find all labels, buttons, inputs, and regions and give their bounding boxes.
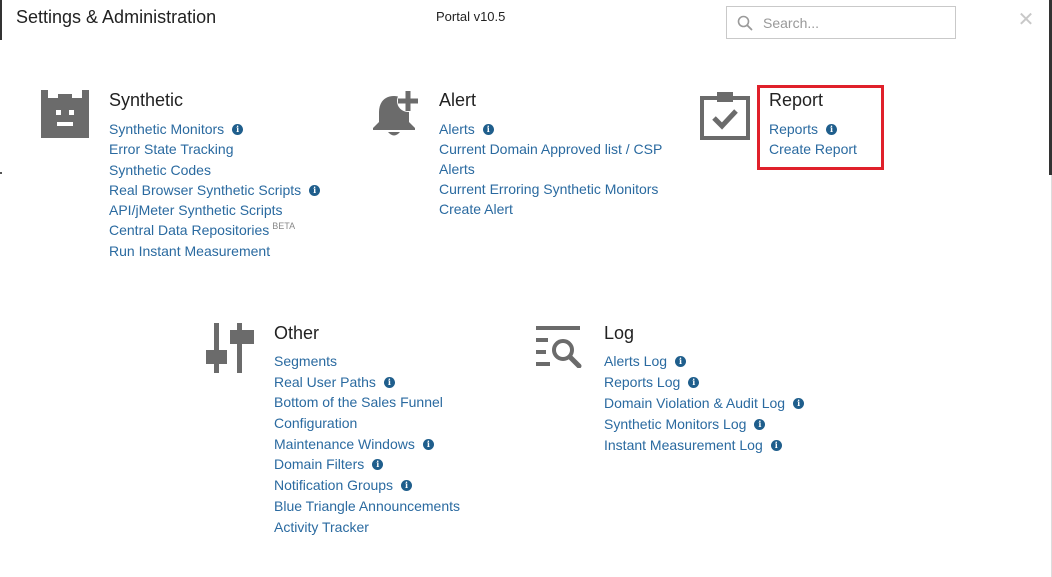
nav-link[interactable]: Maintenance Windows — [274, 434, 415, 455]
section-title-synthetic: Synthetic — [109, 90, 184, 110]
nav-link[interactable]: Bottom of the Sales Funnel — [274, 392, 443, 413]
info-icon[interactable]: i — [383, 376, 395, 388]
section-title-other: Other — [274, 323, 320, 343]
nav-link[interactable]: Current Erroring Synthetic Monitors — [439, 179, 658, 199]
nav-link[interactable]: Instant Measurement Log — [604, 435, 763, 456]
search-box[interactable] — [726, 6, 956, 39]
list-item: Maintenance Windows i — [274, 434, 460, 455]
list-item: Alerts — [439, 159, 662, 179]
list-item: Current Erroring Synthetic Monitors — [439, 179, 662, 199]
nav-link[interactable]: Current Domain Approved list / CSP — [439, 139, 662, 159]
report-highlight-box — [757, 85, 884, 170]
nav-link[interactable]: Real User Paths — [274, 372, 376, 393]
list-item: Bottom of the Sales Funnel — [274, 392, 460, 413]
info-icon[interactable]: i — [754, 419, 766, 430]
list-item: Blue Triangle Announcements — [274, 496, 460, 517]
log-links: Alerts Log i Reports Log i Domain Violation … — [604, 351, 805, 456]
list-item: Notification Groups i — [274, 475, 460, 496]
nav-link[interactable]: API/jMeter Synthetic Scripts — [109, 200, 283, 220]
list-item: Alerts Log i — [604, 351, 804, 372]
list-item: Configuration — [274, 413, 460, 434]
list-item: Real Browser Synthetic Scripts i — [109, 180, 321, 200]
list-item: Synthetic Monitors Log i — [604, 414, 804, 435]
alert-links: Alerts i Current Domain Approved list / CS… — [439, 119, 662, 219]
other-links: Segments Real User Paths i Bottom of the Sa… — [274, 351, 460, 537]
list-item: Error State Tracking — [109, 139, 320, 159]
nav-link[interactable]: Segments — [274, 351, 337, 372]
info-icon[interactable]: i — [372, 459, 384, 471]
info-icon[interactable]: i — [232, 123, 244, 135]
list-item: Domain Filters i — [274, 454, 460, 475]
page-title: Settings & Administration — [16, 7, 217, 27]
nav-link[interactable]: Domain Violation & Audit Log — [604, 393, 785, 414]
window-edge — [0, 0, 2, 40]
list-item: Alerts i — [439, 119, 662, 139]
list-item: Instant Measurement Log i — [604, 435, 804, 456]
info-icon[interactable]: i — [675, 356, 687, 367]
info-icon[interactable]: i — [401, 479, 413, 491]
nav-link[interactable]: Alerts — [439, 119, 475, 139]
version-label: Portal v10.5 — [436, 9, 506, 24]
nav-link[interactable]: Alerts — [439, 159, 475, 179]
nav-link[interactable]: Run Instant Measurement — [109, 241, 270, 261]
window-edge — [0, 172, 2, 174]
search-icon — [737, 15, 753, 30]
list-item: Domain Violation & Audit Log i — [604, 393, 805, 414]
list-item: Synthetic Monitors i — [109, 119, 320, 139]
info-icon[interactable]: i — [793, 398, 805, 409]
robot-icon — [41, 90, 89, 138]
nav-link[interactable]: Activity Tracker — [274, 517, 369, 538]
nav-link[interactable]: Synthetic Monitors Log — [604, 414, 746, 435]
nav-link[interactable]: Alerts Log — [604, 351, 667, 372]
nav-link[interactable]: Reports Log — [604, 372, 680, 393]
list-search-icon — [536, 326, 582, 368]
nav-link[interactable]: Real Browser Synthetic Scripts — [109, 180, 301, 200]
synthetic-links: Synthetic Monitors i Error State Tracking S… — [109, 119, 321, 261]
info-icon[interactable]: i — [422, 438, 434, 450]
nav-link[interactable]: Configuration — [274, 413, 357, 434]
nav-link[interactable]: Domain Filters — [274, 454, 364, 475]
nav-link[interactable]: Create Alert — [439, 199, 513, 219]
list-item: Central Data Repositories BETA — [109, 220, 320, 240]
section-title-alert: Alert — [439, 90, 477, 110]
search-input[interactable] — [761, 13, 945, 32]
beta-badge: BETA — [272, 221, 296, 232]
info-icon[interactable]: i — [482, 123, 494, 135]
list-item: Segments — [274, 351, 460, 372]
nav-link[interactable]: Error State Tracking — [109, 139, 234, 159]
list-item: Reports Log i — [604, 372, 804, 393]
info-icon[interactable]: i — [309, 184, 321, 196]
nav-link[interactable]: Central Data Repositories — [109, 220, 269, 240]
info-icon[interactable]: i — [688, 377, 700, 388]
list-item: Run Instant Measurement — [109, 241, 320, 261]
clipboard-check-icon — [700, 92, 750, 140]
info-icon[interactable]: i — [770, 440, 782, 451]
close-icon[interactable]: ✕ — [1017, 10, 1035, 30]
nav-link[interactable]: Synthetic Codes — [109, 160, 211, 180]
sliders-icon — [206, 323, 254, 373]
list-item: Create Alert — [439, 199, 662, 219]
nav-link[interactable]: Synthetic Monitors — [109, 119, 224, 139]
section-title-log: Log — [604, 323, 635, 343]
bell-plus-icon — [373, 90, 419, 136]
nav-link[interactable]: Notification Groups — [274, 475, 393, 496]
list-item: Current Domain Approved list / CSP — [439, 139, 662, 159]
list-item: Synthetic Codes — [109, 160, 320, 180]
nav-link[interactable]: Blue Triangle Announcements — [274, 496, 460, 517]
list-item: Real User Paths i — [274, 372, 460, 393]
list-item: Activity Tracker — [274, 517, 460, 538]
